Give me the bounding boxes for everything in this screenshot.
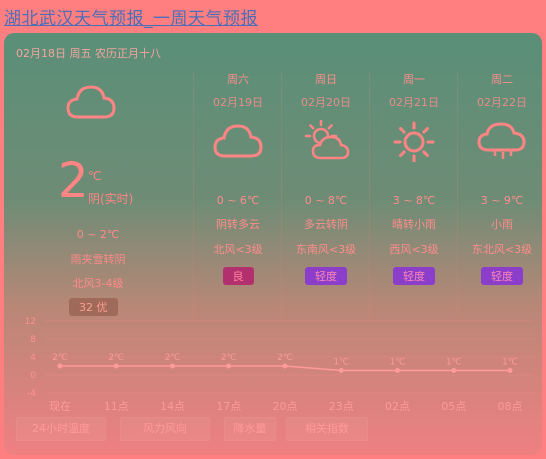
chart-tab-4[interactable]: 相关指数 — [286, 417, 368, 441]
data-label: 1℃ — [446, 358, 462, 368]
data-point[interactable] — [451, 368, 457, 373]
y-tick-label: 12 — [25, 317, 36, 327]
forecast-wind: 北风<3级 — [213, 243, 263, 256]
data-point[interactable] — [507, 368, 513, 373]
forecast-range: 3 ~ 9℃ — [480, 194, 524, 207]
temperature-chart: 12 8 4 0 -4 2℃ 现在 2℃ 11点 2℃ 14点 2℃ 17点 2℃ 20点 1℃ 23点 1℃ 0… — [25, 317, 534, 413]
forecast-wind: 东北风<3级 — [471, 243, 533, 256]
forecast-range: 3 ~ 8℃ — [392, 194, 436, 207]
forecast-weekday: 周一 — [403, 73, 425, 86]
data-point[interactable] — [226, 363, 232, 369]
y-tick-label: 4 — [30, 353, 36, 363]
y-tick-label: -4 — [27, 389, 36, 399]
forecast-desc: 小雨 — [491, 218, 513, 231]
aqi-badge[interactable]: 轻度 — [305, 267, 347, 285]
data-point[interactable] — [395, 368, 400, 373]
y-tick-label: 0 — [30, 371, 36, 381]
data-label: 2℃ — [165, 353, 181, 363]
x-tick-label: 11点 — [104, 400, 129, 413]
forecast-desc: 阴转多云 — [216, 218, 260, 231]
data-point[interactable] — [57, 363, 63, 369]
page-title[interactable]: 湖北武汉天气预报_一周天气预报 — [4, 4, 258, 29]
aqi-badge[interactable]: 轻度 — [393, 267, 435, 285]
data-label: 2℃ — [277, 353, 293, 363]
data-label: 1℃ — [333, 358, 349, 368]
data-point[interactable] — [282, 363, 288, 369]
temp-unit: ℃ — [88, 169, 102, 183]
forecast-range: 0 ~ 8℃ — [304, 194, 348, 207]
x-tick-label: 20点 — [273, 400, 298, 413]
aqi-badge[interactable]: 轻度 — [481, 267, 523, 285]
forecast-date: 02月19日 — [213, 96, 263, 109]
data-label: 2℃ — [52, 353, 68, 363]
x-tick-label: 14点 — [160, 400, 185, 413]
today-range: 0 ~ 2℃ — [76, 228, 120, 241]
forecast-date: 02月22日 — [477, 96, 527, 109]
forecast-weekday: 周六 — [227, 73, 249, 86]
today-panel: 2 ℃ 阴(实时) 0 ~ 2℃ 雨夹雪转阴 北风3-4级 32 优 — [4, 63, 192, 323]
y-tick-label: 8 — [30, 335, 36, 345]
forecast-range: 0 ~ 6℃ — [216, 194, 260, 207]
data-label: 2℃ — [108, 353, 124, 363]
today-date: 02月18日 周五 农历正月十八 — [16, 47, 161, 60]
forecast-desc: 多云转阴 — [304, 218, 348, 231]
sun-icon — [393, 121, 435, 163]
forecast-desc: 晴转小雨 — [392, 218, 436, 231]
chart-tab-2[interactable]: 风力风向 — [120, 417, 210, 441]
forecast-date: 02月21日 — [389, 96, 439, 109]
current-condition: 阴(实时) — [88, 192, 134, 206]
forecast-day-4[interactable]: 周二 02月22日 3 ~ 9℃ 小雨东北风<3级轻度 — [457, 71, 542, 323]
chart-tab-3[interactable]: 降水量 — [224, 417, 276, 441]
forecast-day-1[interactable]: 周六 02月19日 0 ~ 6℃ 阴转多云北风<3级良 — [193, 71, 282, 323]
aqi-badge[interactable]: 良 — [222, 267, 254, 285]
forecast-weekday: 周日 — [315, 73, 337, 86]
partly-cloudy-icon — [304, 119, 350, 160]
forecast-wind: 西风<3级 — [389, 243, 439, 256]
x-tick-label: 05点 — [441, 400, 466, 413]
data-label: 1℃ — [502, 358, 518, 368]
forecast-day-3[interactable]: 周一 02月21日 3 ~ 8℃ 晴转小雨西风<3级轻度 — [369, 71, 458, 323]
data-label: 2℃ — [221, 353, 237, 363]
x-tick-label: 17点 — [216, 400, 241, 413]
data-point[interactable] — [113, 363, 119, 369]
forecast-date: 02月20日 — [301, 96, 351, 109]
current-temp: 2 — [58, 153, 89, 209]
forecast-wind: 东南风<3级 — [295, 243, 357, 256]
today-wind: 北风3-4级 — [72, 277, 124, 290]
data-point[interactable] — [170, 363, 175, 369]
cloud-icon — [66, 85, 116, 119]
today-desc: 雨夹雪转阴 — [70, 253, 126, 266]
x-tick-label: 23点 — [329, 400, 354, 413]
forecast-day-2[interactable]: 周日 02月20日 0 ~ 8℃ 多云转阴东南风<3级轻度 — [281, 71, 370, 323]
data-point[interactable] — [338, 368, 344, 373]
x-tick-label: 02点 — [385, 400, 410, 413]
chart-tab-1[interactable]: 24小时温度 — [16, 417, 106, 441]
x-tick-label: 现在 — [49, 400, 71, 413]
cloud-icon — [213, 124, 263, 158]
rain-icon — [477, 122, 526, 159]
x-tick-label: 08点 — [498, 400, 523, 413]
data-label: 1℃ — [390, 358, 406, 368]
forecast-weekday: 周二 — [491, 73, 513, 86]
weather-card: 02月18日 周五 农历正月十八 2 ℃ 阴(实时) 0 ~ 2℃ 雨夹雪转阴 … — [4, 33, 542, 455]
